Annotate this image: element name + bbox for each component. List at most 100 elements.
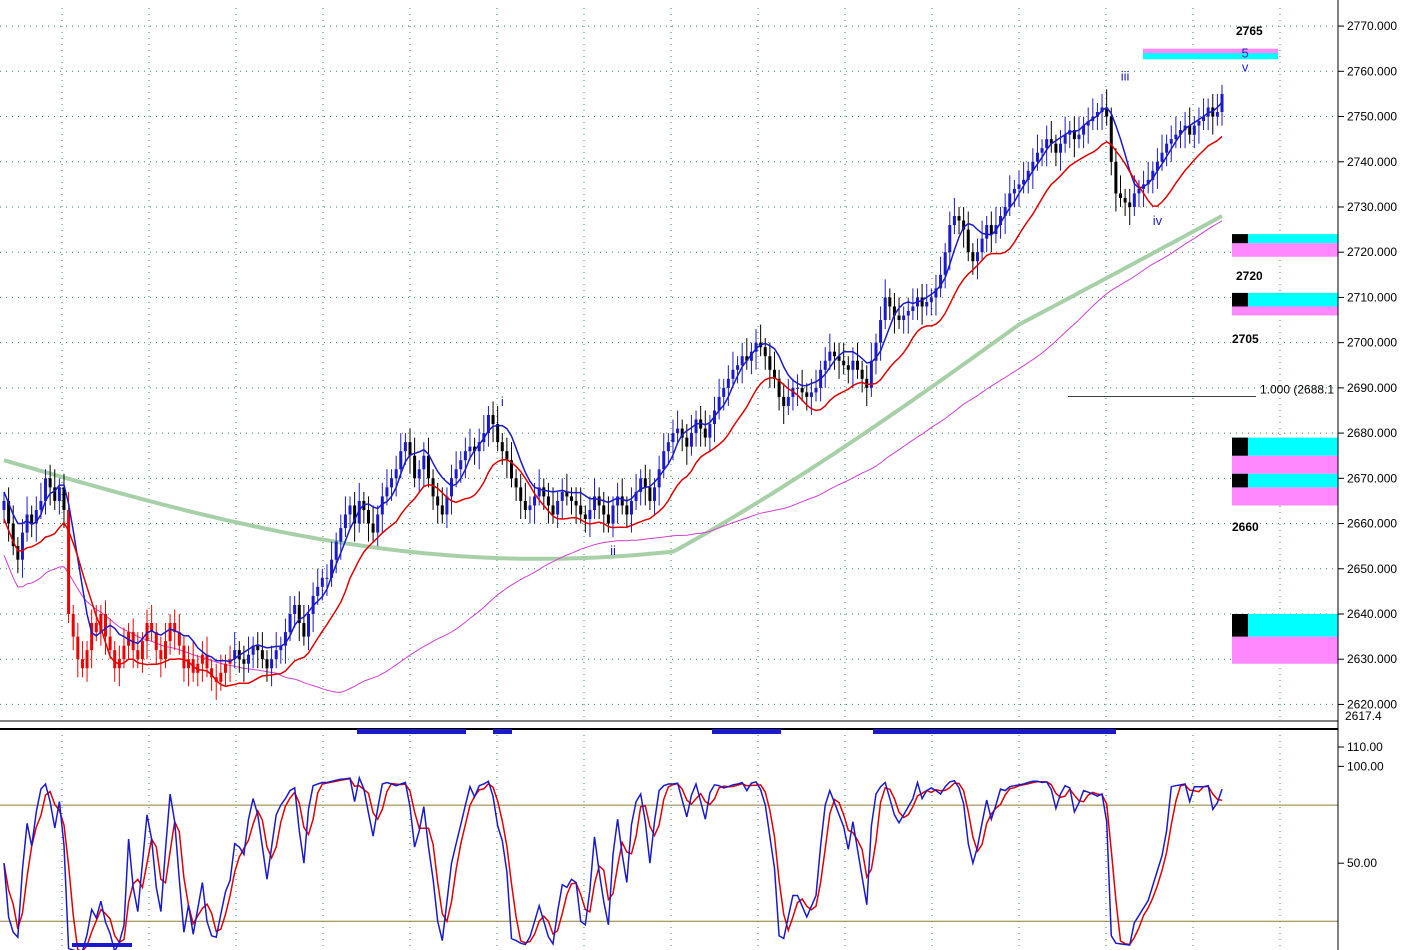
- candle-body: [883, 297, 887, 321]
- candle-body: [376, 514, 380, 533]
- candle-body: [1059, 143, 1063, 153]
- candle-body: [625, 505, 629, 515]
- candle-body: [459, 460, 463, 470]
- candle-body: [371, 523, 375, 533]
- candle-body: [902, 315, 906, 321]
- candle-body: [897, 315, 901, 321]
- candle-body: [307, 613, 310, 637]
- candle-body: [514, 478, 518, 488]
- candle-body: [20, 532, 24, 560]
- candle-body: [643, 478, 647, 488]
- candle-body: [666, 442, 670, 452]
- ma-blue-line: [3, 101, 1223, 663]
- candle-body: [320, 577, 324, 587]
- candle-body: [1045, 139, 1049, 149]
- fib-label: 1.000 (2688.1: [1260, 382, 1334, 396]
- zone-2630-pink: [1232, 636, 1338, 664]
- zone-2705-pink: [1232, 306, 1338, 316]
- candle-body: [154, 632, 158, 651]
- candle-body: [422, 455, 426, 470]
- candle-body: [293, 604, 297, 614]
- candle-body: [906, 310, 910, 316]
- grid-lines: [0, 8, 1338, 948]
- candle-body: [551, 505, 555, 515]
- candle-body: [450, 478, 454, 497]
- candle-body: [569, 496, 573, 501]
- candle-body: [796, 387, 800, 389]
- candle-body: [1132, 193, 1136, 207]
- level-label: 2720: [1236, 269, 1263, 283]
- candle-body: [722, 387, 726, 397]
- candle-body: [1192, 125, 1196, 135]
- zone-2630-marker: [1232, 613, 1248, 637]
- candle-body: [500, 442, 504, 452]
- osc-signal-bar: [72, 943, 132, 947]
- wave-label: iv: [1153, 213, 1163, 228]
- candle-body: [44, 478, 48, 501]
- candle-body: [1109, 116, 1113, 162]
- osc-signal-bar: [357, 729, 466, 734]
- candle-body: [542, 487, 546, 497]
- candle-body: [334, 541, 338, 560]
- candle-body: [385, 487, 389, 497]
- axis-tick-label: 2640.000: [1347, 607, 1397, 621]
- candle-body: [1017, 184, 1021, 189]
- candle-body: [413, 455, 417, 479]
- candle-body: [925, 301, 929, 307]
- candle-body: [629, 500, 633, 515]
- candle-body: [703, 428, 707, 438]
- candle-body: [606, 514, 610, 524]
- candle-body: [929, 297, 933, 302]
- candle-body: [71, 613, 75, 637]
- candle-body: [957, 216, 961, 221]
- candle-body: [611, 505, 615, 524]
- candle-body: [104, 613, 107, 637]
- candle-body: [94, 623, 98, 633]
- candle-body: [597, 496, 601, 506]
- candle-body: [1197, 121, 1201, 126]
- candle-body: [528, 505, 532, 510]
- axis-last-label: 2617.4: [1345, 709, 1382, 723]
- candle-body: [505, 451, 509, 461]
- candle-body: [1169, 139, 1173, 144]
- candle-body: [67, 509, 71, 614]
- candle-body: [556, 500, 560, 515]
- candle-body: [1077, 134, 1081, 140]
- osc-signal-bar: [493, 729, 512, 734]
- candle-body: [403, 442, 407, 452]
- candle-body: [219, 672, 223, 682]
- candle-body: [1128, 202, 1132, 207]
- zone-2660-marker: [1232, 473, 1248, 488]
- candle-body: [920, 297, 924, 307]
- candle-body: [1008, 193, 1012, 207]
- candle-body: [1165, 143, 1169, 153]
- axis-tick-label: 2710.000: [1347, 290, 1397, 304]
- stochastic-panel: [0, 729, 1338, 950]
- candle-body: [805, 392, 809, 397]
- candle-body: [431, 478, 435, 497]
- ma-blue-line: [3, 101, 1223, 663]
- candle-body: [533, 496, 537, 506]
- candle-body: [519, 487, 523, 501]
- candle-body: [708, 424, 712, 438]
- wave-label: i: [501, 394, 504, 409]
- axis-tick-label: 2740.000: [1347, 155, 1397, 169]
- candle-body: [182, 645, 186, 669]
- candle-body: [491, 415, 495, 425]
- candle-body: [985, 225, 989, 239]
- candle-body: [468, 446, 472, 452]
- osc-signal-bar: [712, 729, 781, 734]
- level-label: 2705: [1232, 332, 1259, 346]
- candle-body: [339, 528, 343, 542]
- candle-body: [57, 487, 61, 501]
- candle-body: [1123, 197, 1127, 203]
- candle-body: [879, 320, 883, 343]
- candle-body: [1012, 188, 1016, 194]
- candle-body: [1040, 148, 1044, 153]
- candle-body: [911, 306, 915, 311]
- candle-body: [726, 378, 730, 388]
- candle-body: [989, 225, 993, 235]
- candle-body: [823, 360, 827, 370]
- candle-body: [168, 623, 172, 642]
- zone-2675-marker: [1232, 437, 1248, 456]
